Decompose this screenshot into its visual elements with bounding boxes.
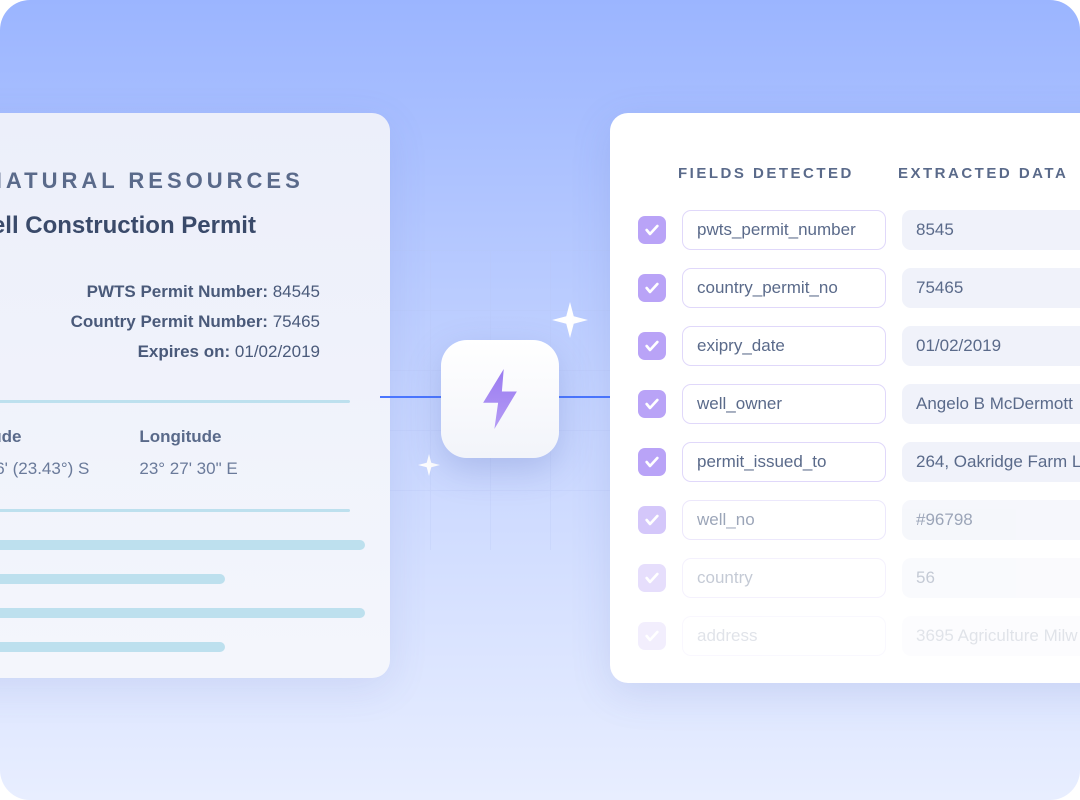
extraction-row: permit_issued_to 264, Oakridge Farm L (638, 442, 1080, 482)
doc-meta-block: PWTS Permit Number: 84545 Country Permit… (0, 282, 350, 362)
doc-col-latitude: Latitude 23° 26' (23.43°) S (0, 427, 89, 479)
separator (0, 509, 350, 512)
extraction-row: pwts_permit_number 8545 (638, 210, 1080, 250)
field-name[interactable]: country_permit_no (682, 268, 886, 308)
check-icon (644, 222, 660, 238)
fields-detected-header: FIELDS DETECTED (678, 165, 898, 182)
doc-meta-row: Expires on: 01/02/2019 (0, 342, 320, 362)
field-name[interactable]: permit_issued_to (682, 442, 886, 482)
field-checkbox[interactable] (638, 216, 666, 244)
field-value[interactable]: #96798 (902, 500, 1080, 540)
skeleton-line (0, 574, 225, 584)
field-name[interactable]: exipry_date (682, 326, 886, 366)
source-document-card: ENT OF NATURAL RESOURCES ater Well Const… (0, 113, 390, 678)
sparkle-icon (552, 302, 588, 338)
extraction-card: FIELDS DETECTED EXTRACTED DATA pwts_perm… (610, 113, 1080, 683)
canvas: ENT OF NATURAL RESOURCES ater Well Const… (0, 0, 1080, 800)
field-checkbox[interactable] (638, 448, 666, 476)
extraction-row: exipry_date 01/02/2019 (638, 326, 1080, 366)
field-name[interactable]: pwts_permit_number (682, 210, 886, 250)
extracted-data-header: EXTRACTED DATA (898, 165, 1068, 182)
extraction-row: country 56 (638, 558, 1080, 598)
field-name[interactable]: country (682, 558, 886, 598)
skeleton-line (0, 608, 365, 618)
field-name[interactable]: address (682, 616, 886, 656)
field-value[interactable]: 264, Oakridge Farm L (902, 442, 1080, 482)
meta-label: Country Permit Number: (71, 312, 268, 331)
lightning-icon (477, 369, 523, 429)
skeleton-line (0, 540, 365, 550)
separator (0, 400, 350, 403)
extraction-row: country_permit_no 75465 (638, 268, 1080, 308)
sparkle-icon (418, 454, 440, 476)
meta-label: PWTS Permit Number: (87, 282, 268, 301)
doc-department-header: ENT OF NATURAL RESOURCES (0, 168, 350, 194)
extraction-rows: pwts_permit_number 8545 country_permit_n… (638, 210, 1080, 656)
doc-title: ater Well Construction Permit (0, 212, 350, 240)
field-name[interactable]: well_owner (682, 384, 886, 424)
check-icon (644, 454, 660, 470)
field-checkbox[interactable] (638, 564, 666, 592)
field-checkbox[interactable] (638, 622, 666, 650)
check-icon (644, 280, 660, 296)
field-checkbox[interactable] (638, 506, 666, 534)
extraction-row: address 3695 Agriculture Milw (638, 616, 1080, 656)
field-value[interactable]: 56 (902, 558, 1080, 598)
skeleton-line (0, 642, 225, 652)
check-icon (644, 512, 660, 528)
doc-meta-row: Country Permit Number: 75465 (0, 312, 320, 332)
col-header: Longitude (139, 427, 237, 447)
field-name[interactable]: well_no (682, 500, 886, 540)
processing-badge (441, 340, 559, 458)
field-checkbox[interactable] (638, 332, 666, 360)
doc-meta-row: PWTS Permit Number: 84545 (0, 282, 320, 302)
extraction-row: well_owner Angelo B McDermott (638, 384, 1080, 424)
col-value: 23° 26' (23.43°) S (0, 459, 89, 479)
field-value[interactable]: 75465 (902, 268, 1080, 308)
extraction-row: well_no #96798 (638, 500, 1080, 540)
meta-label: Expires on: (138, 342, 231, 361)
meta-value: 84545 (273, 282, 320, 301)
doc-col-longitude: Longitude 23° 27' 30" E (139, 427, 237, 479)
col-header: Latitude (0, 427, 89, 447)
field-value[interactable]: Angelo B McDermott (902, 384, 1080, 424)
field-value[interactable]: 8545 (902, 210, 1080, 250)
field-value[interactable]: 01/02/2019 (902, 326, 1080, 366)
col-value: 23° 27' 30" E (139, 459, 237, 479)
check-icon (644, 338, 660, 354)
field-checkbox[interactable] (638, 274, 666, 302)
field-checkbox[interactable] (638, 390, 666, 418)
doc-table: City Milwaukee Latitude 23° 26' (23.43°)… (0, 427, 350, 479)
meta-value: 01/02/2019 (235, 342, 320, 361)
check-icon (644, 570, 660, 586)
meta-value: 75465 (273, 312, 320, 331)
field-value[interactable]: 3695 Agriculture Milw (902, 616, 1080, 656)
check-icon (644, 396, 660, 412)
column-headers: FIELDS DETECTED EXTRACTED DATA (638, 165, 1080, 182)
check-icon (644, 628, 660, 644)
